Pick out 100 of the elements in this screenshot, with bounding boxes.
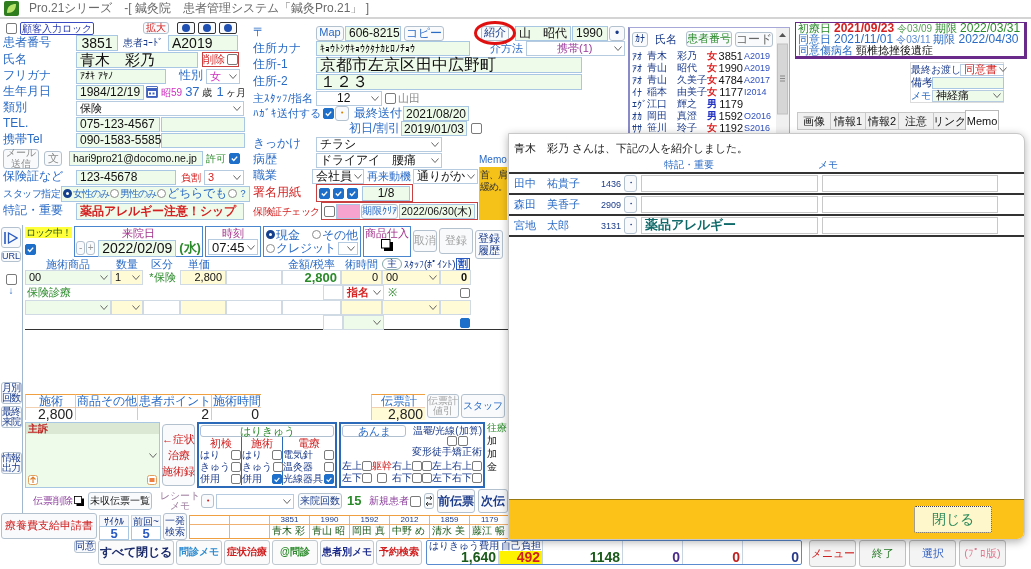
text-field[interactable]: 2019/01/03 [401, 121, 467, 136]
text-field[interactable]: 5 [131, 526, 161, 540]
dropdown[interactable]: ドライアイ 腰痛 [316, 152, 442, 168]
text-field[interactable]: 山 昭代 [515, 25, 571, 41]
dot-button[interactable] [177, 22, 195, 34]
tab[interactable]: Memo [965, 110, 999, 130]
monthly-count-button[interactable]: 月別回数 [0, 382, 22, 404]
quick-search-button[interactable]: 一発検索 [163, 513, 187, 540]
text-field[interactable] [180, 300, 226, 315]
dot-button[interactable]: ・ [624, 175, 637, 192]
checkbox[interactable] [231, 462, 241, 472]
close-button[interactable]: 閉じる [914, 506, 992, 533]
next-slip-button[interactable]: 次伝 [478, 489, 508, 513]
checkbox[interactable] [231, 450, 241, 460]
text-field[interactable]: ｱｵｷ ｱﾔﾉ [76, 68, 166, 84]
radio-button[interactable] [63, 189, 72, 198]
checkbox-option[interactable]: 光線器具 [283, 473, 334, 485]
text-field[interactable]: 5 [99, 526, 129, 540]
text-field[interactable] [335, 203, 360, 219]
dropdown[interactable]: 1 [111, 270, 143, 285]
shortcut-button[interactable]: 問診メモ [176, 540, 222, 565]
checkbox[interactable] [229, 153, 240, 164]
dropdown[interactable]: 女 [206, 68, 240, 84]
checkbox[interactable] [319, 187, 330, 199]
checkbox[interactable] [447, 436, 457, 446]
symptom-record-button[interactable]: ←症状 治療 施術録 [162, 424, 195, 486]
checkbox[interactable] [324, 474, 334, 484]
text-field[interactable]: 青木 彩乃 [76, 51, 198, 68]
text-field[interactable]: 090-1583-5585 [76, 132, 160, 148]
text-field[interactable]: hari9pro21@docomo.ne.jp [69, 151, 203, 166]
delete-checkbox[interactable]: 削除 [202, 52, 239, 67]
checkbox[interactable] [422, 472, 432, 483]
checkbox[interactable] [362, 460, 372, 471]
text-field[interactable] [161, 116, 245, 132]
number-sort-button[interactable]: 患者番号 [686, 31, 732, 47]
claim-form-button[interactable]: 療養費支給申請書 [1, 513, 97, 539]
shortcut-button[interactable]: すべて閉じる [98, 540, 174, 565]
checkbox[interactable] [362, 472, 372, 483]
text-field[interactable]: 1/8 [362, 185, 410, 201]
date-field[interactable]: 2022/02/09 [98, 239, 177, 257]
radio-option[interactable]: 男性のみ [110, 187, 156, 200]
text-field[interactable]: A2019 [168, 34, 238, 51]
checkbox[interactable] [422, 460, 432, 471]
radio-button[interactable] [312, 230, 321, 239]
tab[interactable]: リンク [933, 112, 965, 130]
lock-checkbox[interactable] [25, 244, 36, 255]
text-field[interactable] [641, 175, 818, 192]
register-history-button[interactable]: 登録履歴 [475, 230, 503, 259]
text-field[interactable] [323, 315, 343, 330]
tab[interactable]: 情報2 [865, 112, 898, 130]
text-field[interactable]: 075-123-4567 [76, 116, 160, 132]
checkbox[interactable] [272, 450, 282, 460]
radio-button[interactable] [266, 243, 275, 253]
text-field[interactable]: 0 [341, 270, 382, 285]
checkbox[interactable] [5, 274, 17, 285]
consent-button[interactable]: 同意 [74, 540, 96, 553]
checkbox[interactable] [472, 460, 482, 471]
shortcut-button[interactable]: 患者別メモ [320, 540, 374, 565]
dropdown[interactable]: 指名 [343, 285, 384, 300]
calendar-button[interactable] [146, 86, 158, 98]
text-field[interactable] [161, 132, 245, 148]
text-field[interactable]: １２３ [316, 73, 582, 90]
dot-button[interactable] [198, 22, 216, 34]
send-mail-button[interactable]: メール送信 [3, 148, 39, 169]
text-field[interactable] [822, 196, 998, 213]
dot-button[interactable] [219, 22, 237, 34]
radio-button[interactable] [266, 230, 275, 239]
text-field[interactable]: 2021/08/20 [403, 106, 469, 121]
text-field[interactable]: 3851 [76, 34, 118, 51]
url-button[interactable]: URL [1, 251, 21, 262]
text-field[interactable] [932, 76, 1004, 89]
checkbox[interactable] [410, 495, 421, 507]
checkbox-option[interactable]: 電気針 [283, 449, 334, 461]
text-field[interactable] [282, 300, 341, 315]
checkbox[interactable] [412, 460, 422, 471]
referral-button[interactable]: 紹介 [481, 25, 509, 41]
time-dropdown[interactable]: 07:45 [208, 239, 258, 255]
last-visit-button[interactable]: 最終来院 [0, 406, 22, 428]
checkbox-option[interactable]: 温灸器 [283, 461, 334, 473]
staff-button[interactable]: スタッフ [461, 394, 505, 418]
checkbox-option[interactable]: 併用 [200, 473, 241, 485]
checkbox-option[interactable]: きゅう [242, 461, 282, 473]
text-field[interactable]: 2,800 [282, 270, 341, 285]
text-button[interactable]: 文 [44, 151, 62, 166]
text-field[interactable]: 薬品アレルギー [641, 217, 818, 234]
checkbox[interactable] [347, 187, 358, 199]
checkbox-option[interactable]: はり [242, 449, 282, 461]
dropdown[interactable]: 神経痛 [932, 89, 1004, 102]
radio-option[interactable]: ？ [228, 187, 248, 200]
kana-sort-button[interactable]: ｶﾅ [632, 31, 648, 47]
dropdown[interactable]: 12 [316, 90, 382, 106]
menu-button[interactable]: 終了 [859, 540, 906, 567]
checkbox-option[interactable]: きゅう [200, 461, 241, 473]
checkbox[interactable] [472, 472, 482, 483]
radio-button[interactable] [228, 189, 237, 198]
dot-button[interactable]: ・ [201, 494, 214, 508]
checkbox[interactable] [324, 450, 334, 460]
unpaid-slips-button[interactable]: 未収伝票一覧 [88, 492, 152, 510]
checkbox-option[interactable]: 山田 [385, 92, 420, 104]
shortcut-button[interactable]: 予約検索 [376, 540, 422, 565]
